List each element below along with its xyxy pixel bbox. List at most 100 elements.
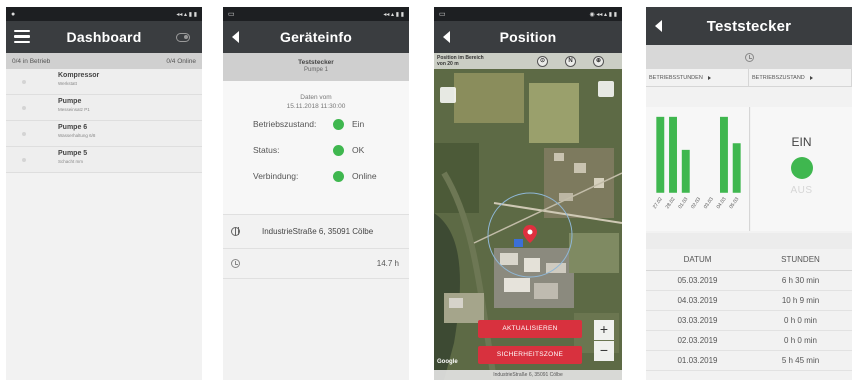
chart-tick-label: 01.03: [677, 196, 689, 210]
item-name: Pumpe 5: [58, 150, 88, 157]
status-bar: ▭ ◉ ◂◂ ▴ ▮ ▮: [434, 7, 622, 21]
item-name: Pumpe 6: [58, 124, 88, 131]
page-title: Position: [499, 29, 557, 45]
state-on-label: EIN: [791, 135, 812, 149]
chart-tick-label: 05.03: [728, 196, 740, 210]
section-divider: [646, 233, 852, 249]
device-status-card: Daten vom 15.11.2018 11:30:00 Betriebszu…: [223, 81, 409, 215]
row-hours: 6 h 30 min: [781, 276, 820, 285]
north-compass-icon[interactable]: N: [565, 56, 576, 67]
status-bar: ▭ ◂◂ ▴ ▮ ▮: [223, 7, 409, 21]
table-row: 01.03.2019 5 h 45 min: [646, 351, 852, 371]
data-from-timestamp: 15.11.2018 11:30:00: [286, 103, 346, 110]
state-dot: [22, 106, 26, 110]
row-label: Betriebszustand:: [253, 119, 317, 129]
zoom-in-button[interactable]: +: [594, 320, 614, 340]
state-dot: [22, 132, 26, 136]
row-label: Status:: [253, 145, 280, 155]
device-name: Teststecker: [298, 59, 334, 66]
data-from-label: Daten vom: [300, 94, 332, 101]
chart-bar: [656, 116, 665, 193]
status-dot-green: [333, 170, 344, 182]
time-filter-bar[interactable]: [646, 45, 852, 69]
location-target-icon[interactable]: ⊙: [537, 56, 548, 67]
chart-bar: [719, 116, 728, 193]
clock-icon: [231, 259, 240, 268]
map-address-footer: IndustrieStraße 6, 35091 Cölbe: [434, 370, 622, 380]
item-location: Werkstatt: [58, 81, 77, 86]
address-row[interactable]: IndustrieStraße 6, 35091 Cölbe: [223, 215, 409, 249]
row-date: 05.03.2019: [677, 276, 718, 285]
device-subtitle: Pumpe 1: [303, 67, 328, 73]
toggle-icon[interactable]: [176, 33, 190, 42]
item-location: Messeinsatz P1: [58, 107, 90, 112]
update-button[interactable]: AKTUALISIEREN: [478, 320, 582, 338]
notification-icon: ●: [11, 10, 16, 18]
chart-tick-label: 04.03: [716, 196, 728, 210]
zoom-out-button[interactable]: −: [594, 341, 614, 361]
chart-tick-label: 28.02: [665, 196, 677, 210]
device-history-screen: Teststecker BETRIEBSSTUNDEN BETRIEBSZUST…: [646, 7, 852, 380]
my-location-icon[interactable]: [598, 81, 614, 97]
clock-icon: [744, 52, 754, 62]
chart-bar: [669, 116, 677, 193]
operating-hours-row[interactable]: 14.7 h: [223, 249, 409, 279]
status-dot-green: [790, 157, 813, 179]
globe-icon: [231, 227, 240, 236]
row-date: 02.03.2019: [677, 336, 718, 345]
row-value: Online: [352, 171, 377, 181]
table-header: DATUM STUNDEN: [646, 249, 852, 271]
state-off-label: AUS: [790, 185, 813, 196]
table-row: 03.03.2019 0 h 0 min: [646, 311, 852, 331]
row-value: OK: [352, 145, 365, 155]
operating-state-panel: EIN AUS: [751, 107, 852, 231]
app-bar: Geräteinfo: [223, 21, 409, 53]
state-dot: [22, 158, 26, 162]
row-date: 01.03.2019: [677, 356, 718, 365]
item-location: Schacht mm: [58, 159, 84, 164]
safety-zone-button[interactable]: SICHERHEITSZONE: [478, 346, 582, 364]
operating-hours-chart: 27.02 28.02 01.03 02.03 03.03 04.03 05.03: [646, 107, 750, 231]
app-bar: Dashboard: [6, 21, 202, 53]
tab-operating-state[interactable]: BETRIEBSZUSTAND: [749, 69, 852, 86]
chart-tick-label: 02.03: [690, 196, 702, 210]
summary-bar: 0/4 in Betrieb 0/4 Online: [6, 53, 202, 69]
table-row: 02.03.2019 0 h 0 min: [646, 331, 852, 351]
page-title: Dashboard: [66, 29, 142, 45]
status-dot-green: [333, 118, 344, 130]
tab-operating-hours[interactable]: BETRIEBSSTUNDEN: [646, 69, 749, 86]
chart-tick-label: 27.02: [652, 196, 664, 210]
layers-icon[interactable]: [440, 87, 456, 103]
google-logo: Google: [437, 359, 458, 365]
col-date: DATUM: [683, 255, 712, 264]
row-date: 03.03.2019: [677, 316, 718, 325]
list-item-pumpe-5[interactable]: Pumpe 5 Schacht mm: [6, 147, 202, 173]
row-hours: 10 h 9 min: [781, 296, 820, 305]
device-header: Teststecker Pumpe 1: [223, 53, 409, 81]
operating-hours-value: 14.7 h: [376, 259, 399, 268]
page-title: Teststecker: [706, 17, 792, 35]
hours-table: DATUM STUNDEN 05.03.2019 6 h 30 min 04.0…: [646, 249, 852, 371]
table-row: 04.03.2019 10 h 9 min: [646, 291, 852, 311]
connection-row: Verbindung: Online: [223, 163, 409, 189]
dashboard-screen: ● ◂◂ ▴ ▮ ▮ Dashboard 0/4 in Betrieb 0/4 …: [6, 7, 202, 380]
row-hours: 5 h 45 min: [781, 356, 820, 365]
in-operation-count: 0/4 in Betrieb: [12, 57, 51, 65]
accuracy-line2: von 20 m: [437, 61, 459, 67]
list-item-kompressor[interactable]: Kompressor Werkstatt: [6, 69, 202, 95]
status-row: Status: OK: [223, 137, 409, 163]
list-item-pumpe-6[interactable]: Pumpe 6 Wasserhaltung 6/8: [6, 121, 202, 147]
item-location: Wasserhaltung 6/8: [58, 133, 96, 138]
app-bar: Position: [434, 21, 622, 53]
recenter-icon[interactable]: ⊕: [593, 56, 604, 67]
chart-bar: [681, 149, 690, 193]
list-item-pumpe[interactable]: Pumpe Messeinsatz P1: [6, 95, 202, 121]
notification-icon: ▭: [439, 11, 446, 18]
col-hours: STUNDEN: [781, 255, 820, 264]
tab-label: BETRIEBSSTUNDEN: [649, 74, 703, 81]
tab-label: BETRIEBSZUSTAND: [752, 74, 805, 81]
address-text: IndustrieStraße 6, 35091 Cölbe: [262, 227, 374, 236]
status-dot-green: [333, 144, 344, 156]
status-indicators: ◂◂ ▴ ▮ ▮: [383, 11, 404, 18]
chart-tabs: BETRIEBSSTUNDEN BETRIEBSZUSTAND: [646, 69, 852, 87]
